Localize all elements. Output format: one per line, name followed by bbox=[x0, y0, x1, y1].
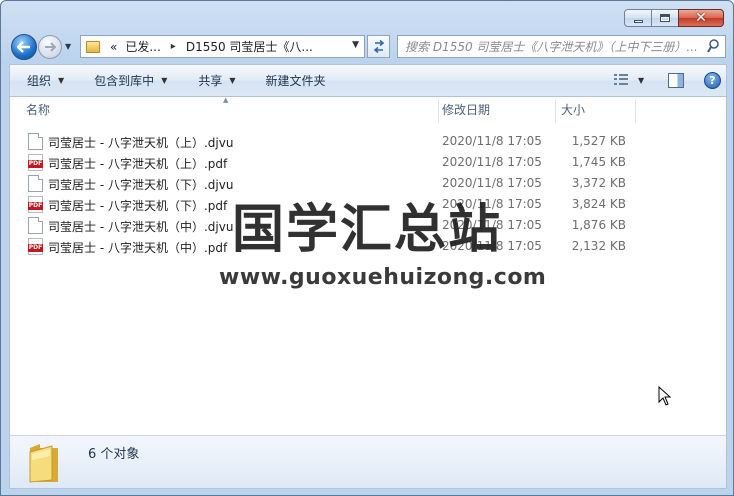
back-button[interactable] bbox=[11, 34, 37, 60]
minimize-icon bbox=[633, 19, 643, 23]
include-in-library-menu[interactable]: 包含到库中 ▼ bbox=[64, 72, 167, 89]
watermark-logo: 国学汇总站 bbox=[232, 200, 503, 260]
search-placeholder: 搜索 D1550 司莹居士《八字泄天机》（上中下三册）... bbox=[405, 40, 698, 54]
breadcrumb-segment-current[interactable]: D1550 司莹居士《八... bbox=[186, 38, 313, 55]
address-bar[interactable]: « 已发... ▸ D1550 司莹居士《八... ▼ bbox=[80, 35, 365, 58]
file-size: 3,372 KB bbox=[571, 176, 626, 190]
arrow-left-icon bbox=[17, 41, 30, 53]
chevron-down-icon: ▼ bbox=[638, 75, 645, 85]
include-in-library-label: 包含到库中 bbox=[94, 74, 155, 88]
refresh-button[interactable] bbox=[367, 35, 390, 58]
recent-pages-dropdown[interactable]: ▼ bbox=[65, 42, 71, 51]
command-bar: 组织 ▼ 包含到库中 ▼ 共享 ▼ 新建文件夹 ▼ ? bbox=[9, 64, 727, 97]
new-folder-button[interactable]: 新建文件夹 bbox=[236, 72, 326, 89]
view-details-icon bbox=[614, 74, 628, 86]
close-icon: ✕ bbox=[695, 10, 707, 26]
file-size: 1,745 KB bbox=[571, 155, 626, 169]
file-modified: 2020/11/8 17:05 bbox=[442, 155, 542, 169]
breadcrumb-segment[interactable]: 已发... bbox=[125, 38, 160, 55]
arrow-right-icon bbox=[45, 42, 56, 52]
folder-icon bbox=[86, 40, 100, 53]
maximize-icon bbox=[660, 14, 670, 22]
file-modified: 2020/11/8 17:05 bbox=[442, 176, 542, 190]
folder-icon bbox=[29, 444, 58, 483]
explorer-window: ✕ ▼ « 已发... ▸ D1550 司莹居士《八... ▼ 搜索 D1550… bbox=[0, 0, 734, 496]
forward-button[interactable] bbox=[38, 35, 62, 59]
details-pane: 6 个对象 bbox=[9, 435, 727, 489]
file-row[interactable]: 司莹居士 - 八字泄天机（上）.djvu 2020/11/8 17:05 1,5… bbox=[10, 131, 726, 152]
column-divider[interactable] bbox=[635, 99, 636, 123]
maximize-button[interactable] bbox=[651, 9, 679, 27]
pdf-file-icon: PDF bbox=[28, 196, 43, 213]
share-menu[interactable]: 共享 ▼ bbox=[167, 72, 235, 89]
share-label: 共享 bbox=[198, 74, 223, 88]
watermark-url: www.guoxuehuizong.com bbox=[219, 265, 547, 290]
column-header-row: ▲ 名称 修改日期 大小 bbox=[10, 96, 726, 124]
column-header-size[interactable]: 大小 bbox=[555, 97, 635, 124]
file-size: 1,876 KB bbox=[571, 218, 626, 232]
breadcrumb-separator[interactable]: ▸ bbox=[171, 41, 176, 52]
file-name: 司莹居士 - 八字泄天机（下）.djvu bbox=[48, 178, 234, 192]
file-name: 司莹居士 - 八字泄天机（中）.pdf bbox=[48, 241, 228, 255]
file-name: 司莹居士 - 八字泄天机（上）.djvu bbox=[48, 136, 234, 150]
organize-label: 组织 bbox=[27, 74, 52, 88]
search-icon[interactable] bbox=[707, 39, 719, 54]
file-name: 司莹居士 - 八字泄天机（中）.djvu bbox=[48, 220, 234, 234]
djvu-file-icon bbox=[28, 217, 43, 234]
pdf-file-icon: PDF bbox=[28, 238, 43, 255]
file-row[interactable]: 司莹居士 - 八字泄天机（下）.djvu 2020/11/8 17:05 3,3… bbox=[10, 173, 726, 194]
djvu-file-icon bbox=[28, 133, 43, 150]
djvu-file-icon bbox=[28, 175, 43, 192]
organize-menu[interactable]: 组织 ▼ bbox=[10, 72, 64, 89]
column-header-modified[interactable]: 修改日期 bbox=[438, 97, 555, 124]
close-button[interactable]: ✕ bbox=[678, 9, 724, 27]
address-overflow-chevron[interactable]: « bbox=[110, 40, 117, 54]
change-view-button[interactable]: ▼ bbox=[614, 74, 644, 86]
file-name: 司莹居士 - 八字泄天机（下）.pdf bbox=[48, 199, 228, 213]
minimize-button[interactable] bbox=[624, 9, 652, 27]
file-size: 3,824 KB bbox=[571, 197, 626, 211]
search-input[interactable]: 搜索 D1550 司莹居士《八字泄天机》（上中下三册）... bbox=[397, 35, 726, 58]
refresh-icon bbox=[373, 40, 384, 53]
file-name: 司莹居士 - 八字泄天机（上）.pdf bbox=[48, 157, 228, 171]
caption-buttons: ✕ bbox=[624, 9, 724, 27]
file-row[interactable]: PDF 司莹居士 - 八字泄天机（上）.pdf 2020/11/8 17:05 … bbox=[10, 152, 726, 173]
help-button[interactable]: ? bbox=[704, 72, 721, 89]
mouse-cursor-icon bbox=[658, 386, 672, 406]
new-folder-label: 新建文件夹 bbox=[265, 74, 326, 88]
file-size: 2,132 KB bbox=[571, 239, 626, 253]
item-count: 6 个对象 bbox=[88, 447, 140, 462]
file-size: 1,527 KB bbox=[571, 134, 626, 148]
column-header-name[interactable]: 名称 bbox=[10, 97, 438, 124]
preview-pane-button[interactable] bbox=[668, 73, 684, 88]
address-dropdown-icon[interactable]: ▼ bbox=[352, 40, 359, 50]
pdf-file-icon: PDF bbox=[28, 154, 43, 171]
file-modified: 2020/11/8 17:05 bbox=[442, 134, 542, 148]
